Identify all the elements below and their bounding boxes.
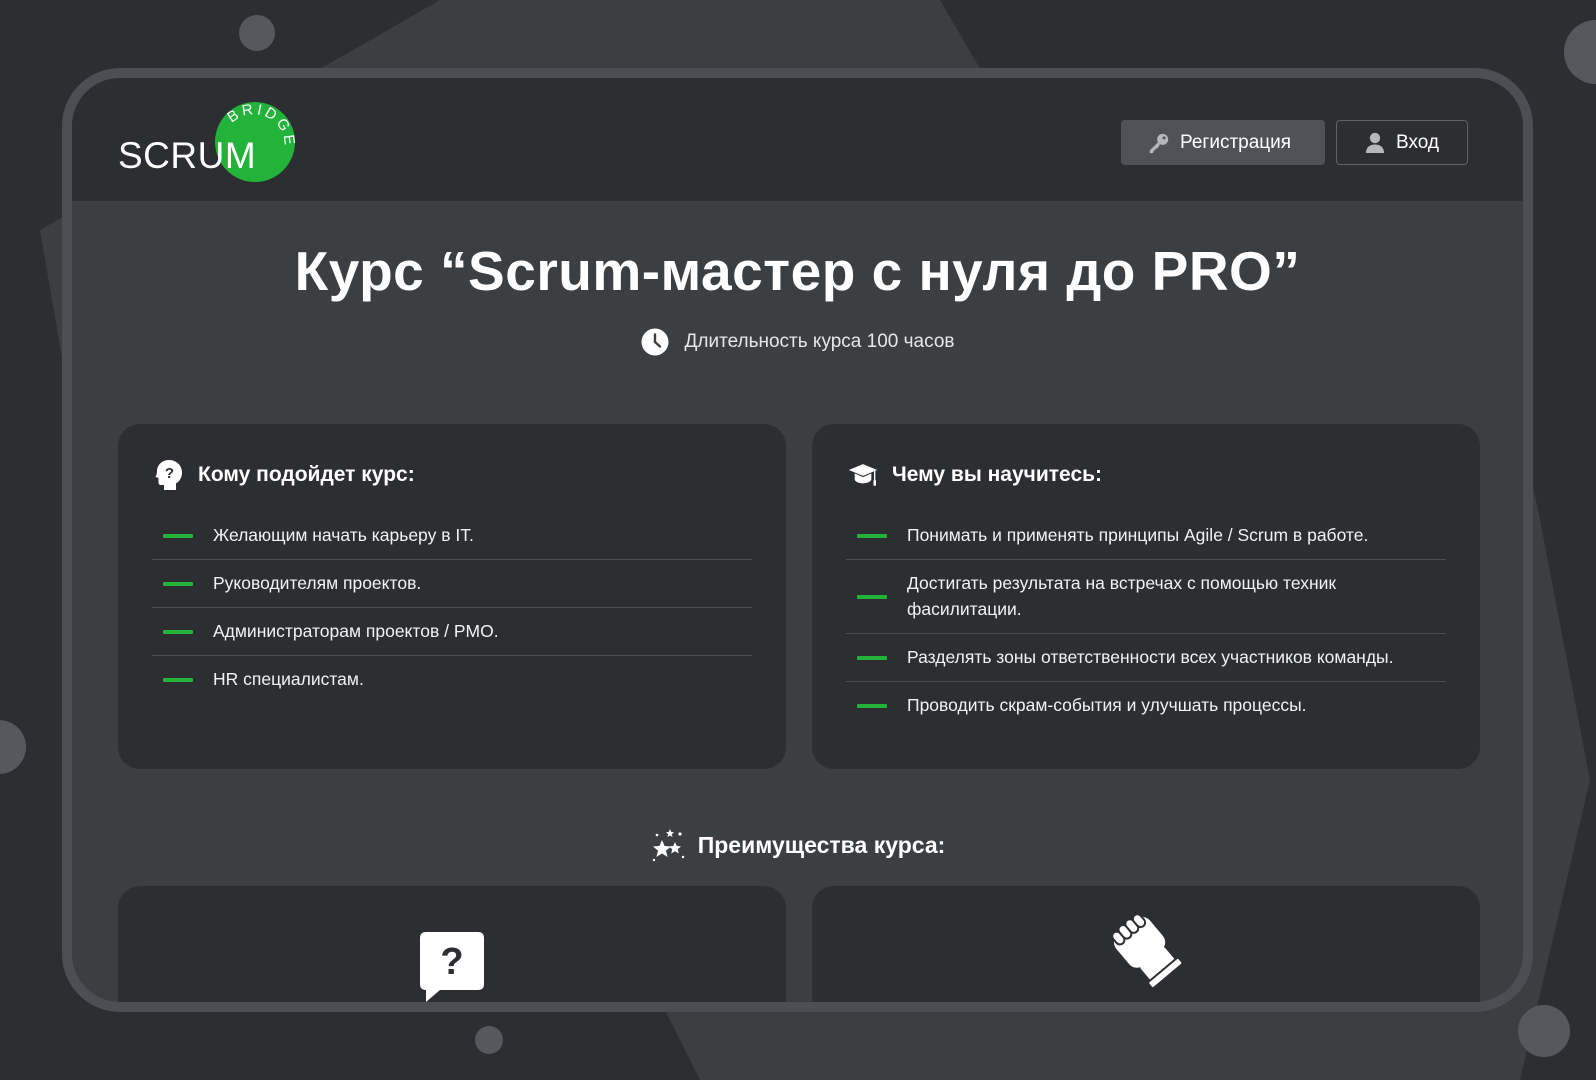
list-item: Проводить скрам-события и улучшать проце…	[846, 682, 1446, 730]
logo-text: SCRUM	[118, 135, 257, 176]
list-item: Разделять зоны ответственности всех учас…	[846, 634, 1446, 682]
list-item: Руководителям проектов.	[152, 560, 752, 608]
advantage-card	[812, 886, 1480, 1002]
bullet-dash	[857, 704, 887, 708]
list-item: Достигать результата на встречах с помощ…	[846, 560, 1446, 634]
list-item: Желающим начать карьеру в IT.	[152, 512, 752, 560]
audience-card: ? Кому подойдет курс: Желающим начать ка…	[118, 424, 786, 769]
handshake-icon	[1106, 910, 1186, 995]
bg-circle	[239, 15, 275, 51]
logo[interactable]: BRIDGE SCRUM	[118, 98, 298, 184]
bullet-dash	[163, 581, 193, 586]
course-duration: Длительность курса 100 часов	[72, 328, 1523, 356]
svg-text:?: ?	[440, 941, 463, 983]
list-item-text: Разделять зоны ответственности всех учас…	[907, 646, 1394, 667]
list-item-text: Администраторам проектов / PMO.	[213, 620, 499, 641]
skills-card: Чему вы научитесь: Понимать и применять …	[812, 424, 1480, 769]
list-item: Администраторам проектов / PMO.	[152, 608, 752, 656]
bullet-dash	[857, 655, 887, 660]
bullet-dash	[163, 678, 193, 682]
skills-list: Понимать и применять принципы Agile / Sc…	[846, 512, 1446, 730]
bullet-dash	[163, 629, 193, 634]
list-item: HR специалистам.	[152, 656, 752, 704]
login-button[interactable]: Вход	[1336, 120, 1468, 165]
svg-text:?: ?	[165, 465, 174, 482]
head-question-icon: ?	[154, 458, 184, 492]
advantages-title: Преимущества курса:	[697, 831, 946, 858]
page-title: Курс “Scrum-мастер с нуля до PRO”	[294, 240, 1301, 302]
audience-title: Кому подойдет курс:	[198, 463, 415, 486]
bullet-dash	[857, 533, 887, 538]
clock-icon	[641, 328, 669, 356]
duration-text: Длительность курса 100 часов	[684, 331, 955, 352]
device-frame: BRIDGE SCRUM Регистрация Вход Курс “Scru…	[62, 68, 1533, 1012]
advantage-card: ?	[118, 886, 786, 1002]
bullet-dash	[163, 533, 193, 538]
list-item-text: HR специалистам.	[213, 669, 364, 690]
question-bubble-icon: ?	[418, 930, 486, 1002]
register-button[interactable]: Регистрация	[1121, 120, 1325, 165]
list-item-text: Достигать результата на встречах с помощ…	[907, 573, 1337, 619]
skills-title: Чему вы научитесь:	[892, 463, 1103, 486]
list-item-text: Понимать и применять принципы Agile / Sc…	[907, 524, 1369, 545]
login-label: Вход	[1396, 131, 1439, 153]
key-icon	[1148, 132, 1170, 154]
audience-list: Желающим начать карьеру в IT. Руководите…	[152, 512, 752, 704]
skills-heading: Чему вы научитесь:	[848, 458, 1102, 492]
advantages-heading: Преимущества курса:	[72, 827, 1523, 863]
user-icon	[1364, 132, 1386, 154]
page: BRIDGE SCRUM Регистрация Вход Курс “Scru…	[0, 0, 1596, 1080]
list-item-text: Проводить скрам-события и улучшать проце…	[907, 695, 1307, 716]
audience-heading: ? Кому подойдет курс:	[154, 458, 415, 492]
list-item-text: Руководителям проектов.	[213, 572, 422, 593]
graduation-cap-icon	[848, 458, 878, 492]
stars-icon	[650, 827, 686, 863]
list-item: Понимать и применять принципы Agile / Sc…	[846, 512, 1446, 560]
bg-circle	[475, 1026, 503, 1054]
bg-circle	[1518, 1005, 1570, 1057]
header: BRIDGE SCRUM Регистрация Вход	[72, 78, 1523, 201]
register-label: Регистрация	[1180, 131, 1292, 153]
list-item-text: Желающим начать карьеру в IT.	[213, 524, 474, 545]
bullet-dash	[857, 594, 887, 599]
